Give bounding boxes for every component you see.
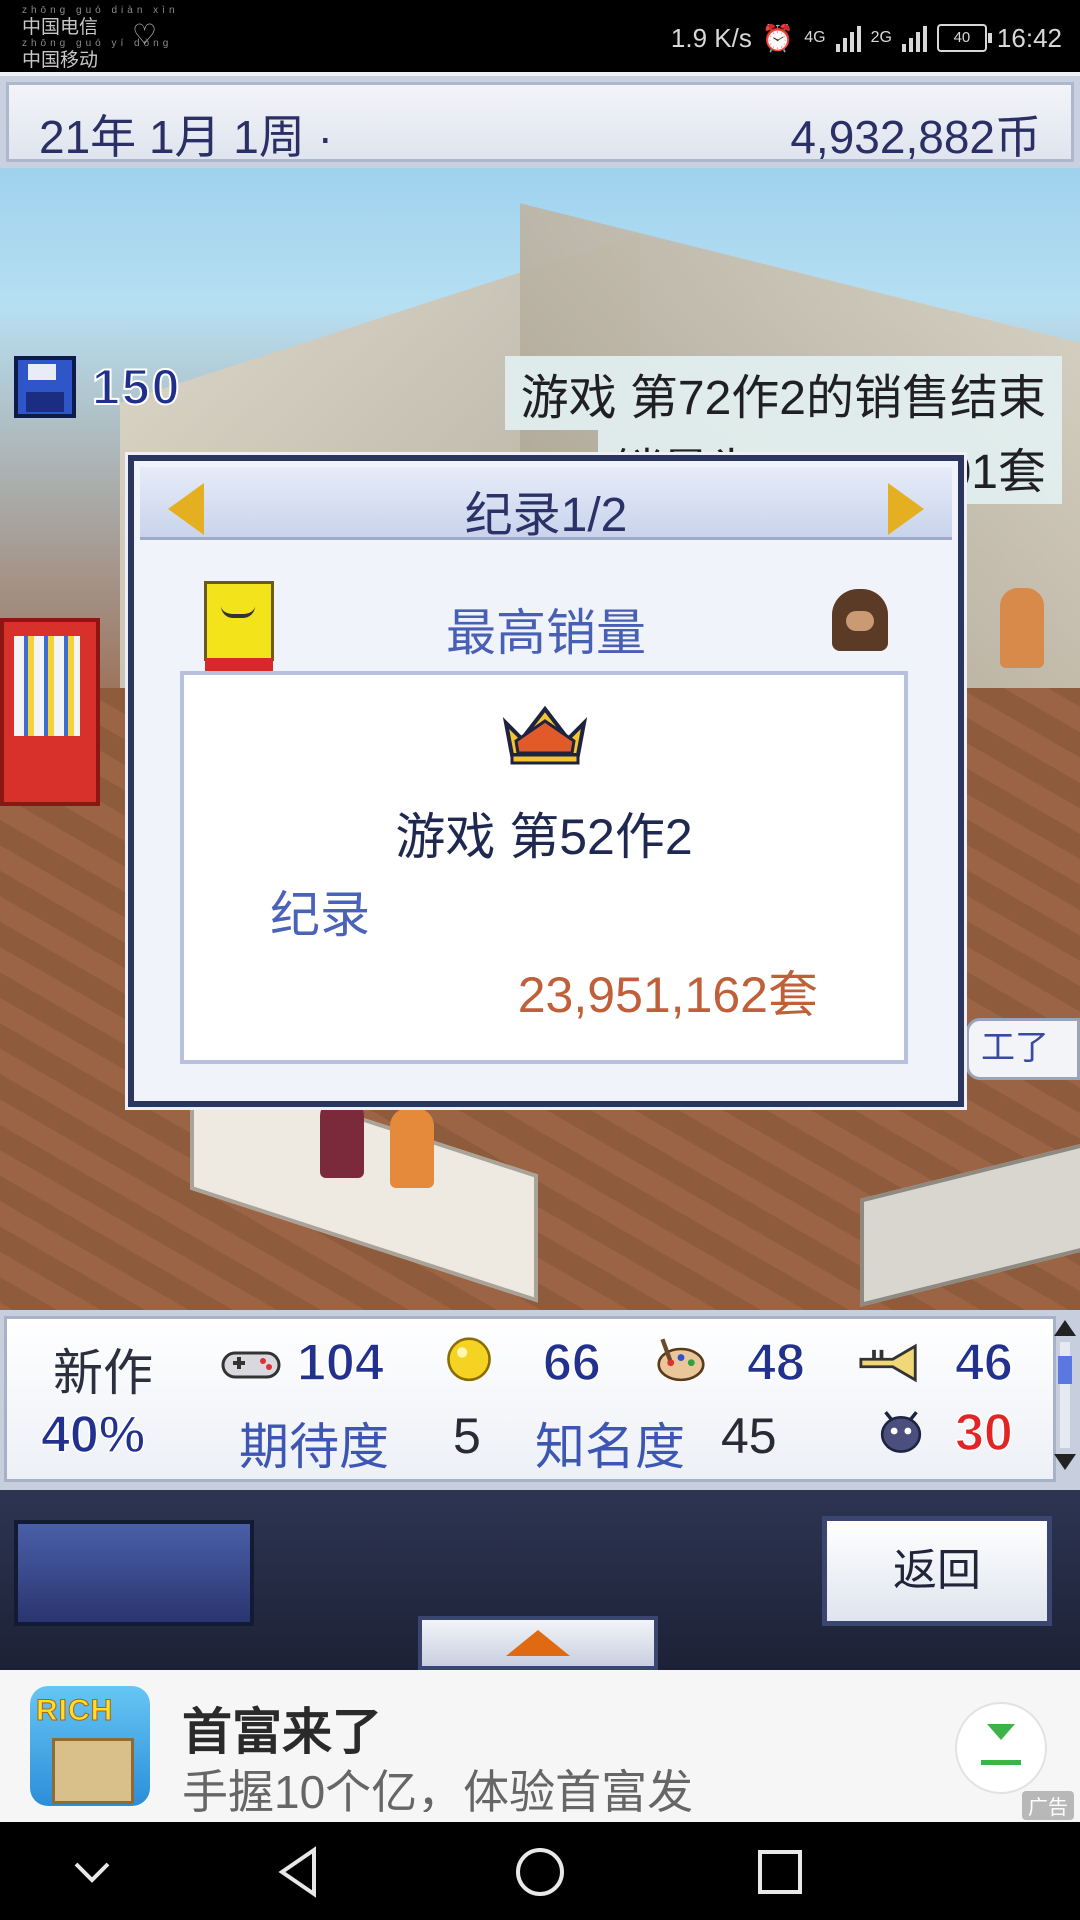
ad-tag: 广告 [1022,1791,1074,1820]
home-nav-icon[interactable] [510,1844,570,1900]
game-date: 21年 1月 1周 · [39,111,333,163]
ad-app-icon[interactable]: RICH [30,1686,150,1806]
next-arrow-icon[interactable] [888,483,924,535]
record-card: 游戏 第52作2 纪录 23,951,162套 [180,671,908,1064]
bulb-icon [447,1337,491,1382]
development-stats-panel: 新作 40% 104 66 48 46 期待度 5 知名度 45 30 [0,1310,1080,1490]
sales-notice-line-1: 游戏 第72作2的销售结束 [504,356,1062,430]
navigation-bar [0,1822,1080,1920]
status-bar: zhōng guó diàn xìn 中国电信 zhōng guó yí dòn… [0,0,1080,72]
expectation-label: 期待度 [239,1419,389,1475]
controller-icon [221,1351,281,1379]
download-icon [987,1724,1015,1740]
clock: 16:42 [996,22,1062,53]
stats-inner: 新作 40% 104 66 48 46 期待度 5 知名度 45 30 [4,1316,1056,1482]
download-icon-bar [981,1760,1021,1765]
staff-member[interactable] [320,1098,364,1178]
floppy-disk-icon [14,356,76,418]
fame-label: 知名度 [535,1419,685,1475]
ad-icon-logo: RICH [35,1694,114,1728]
game-top-bar: 21年 1月 1周 · 4,932,882币 [0,72,1080,172]
stat-sound: 46 [954,1333,1013,1393]
alarm-icon: ⏰ [761,22,795,53]
research-points-value: 150 [91,358,182,416]
scroll-down-icon[interactable] [1054,1454,1076,1470]
staff-member[interactable] [390,1108,434,1188]
carrier-2: 中国移动 [22,50,99,71]
expand-menu-button[interactable] [418,1616,658,1670]
collapse-chevron-icon[interactable] [62,1844,122,1900]
menu-slot-button[interactable] [14,1520,254,1626]
signal-icon [835,24,861,52]
expectation-value: 5 [453,1408,481,1464]
money-balance: 4,932,882币 [790,111,1041,163]
bug-icon [880,1411,922,1453]
back-button[interactable]: 返回 [822,1516,1052,1626]
arrow-up-icon [506,1630,570,1656]
stat-fun: 104 [296,1333,384,1393]
download-button[interactable] [955,1702,1047,1794]
status-indicators: 1.9 K/s ⏰ 4G 2G 40 16:42 [671,18,1062,58]
ad-title[interactable]: 首富来了 [182,1692,382,1764]
ad-banner[interactable]: RICH 首富来了 手握10个亿，体验首富发 广告 [0,1670,1080,1822]
signal-2-icon [901,24,927,52]
stat-bugs: 30 [954,1403,1013,1463]
dialog-title: 纪录1/2 [464,489,628,542]
heart-rate-icon: ♡ [132,19,158,50]
carrier-1-pinyin: zhōng guó diàn xìn [22,5,179,16]
new-work-label: 新作 [53,1345,153,1401]
fame-value: 45 [721,1408,777,1464]
net-speed: 1.9 K/s [670,22,752,53]
mascot-right-icon [832,589,888,651]
scroll-thumb[interactable] [1058,1356,1072,1384]
game-controls: 返回 [0,1490,1080,1670]
back-nav-icon[interactable] [270,1844,330,1900]
worker-speech-bubble[interactable]: 工了 [966,1018,1080,1080]
scroll-up-icon[interactable] [1054,1320,1076,1336]
vending-machine [0,618,100,806]
ad-description[interactable]: 手握10个亿，体验首富发 [182,1756,693,1812]
stat-graphics: 48 [746,1333,805,1393]
staff-member[interactable] [1000,588,1044,668]
palette-icon [657,1338,705,1382]
record-dialog: 纪录1/2 最高销量 游戏 第52作2 纪录 23,951,162套 [128,455,964,1107]
progress-percent: 40% [40,1405,146,1465]
record-label: 纪录 [270,887,370,943]
crown-icon [502,705,588,765]
record-sales-value: 23,951,162套 [517,967,818,1023]
trumpet-icon [859,1343,917,1383]
stat-creativity: 66 [542,1333,601,1393]
network-2-label: 2G [870,29,892,46]
dialog-header: 纪录1/2 [140,467,952,542]
top-bar-panel: 21年 1月 1周 · 4,932,882币 [6,82,1074,163]
castle-icon [52,1738,134,1804]
game-title: 游戏 第52作2 [395,809,693,865]
battery-icon: 40 [936,24,992,52]
research-points: 150 [14,356,181,418]
stats-scrollbar[interactable] [1054,1320,1076,1470]
recents-nav-icon[interactable] [750,1844,810,1900]
network-1-label: 4G [804,29,826,46]
